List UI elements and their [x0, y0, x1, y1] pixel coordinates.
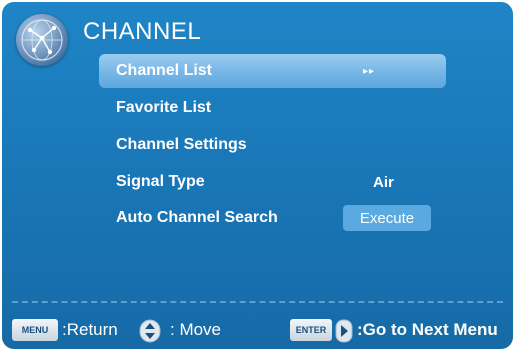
menu-key-icon: MENU — [12, 319, 58, 341]
return-hint: :Return — [62, 320, 118, 339]
submenu-arrow-icon: ▸▸ — [363, 65, 376, 77]
up-down-icon — [139, 319, 161, 343]
title-bar: CHANNEL — [2, 2, 513, 66]
right-arrow-icon — [335, 319, 353, 343]
page-title: CHANNEL — [83, 18, 202, 45]
menu-item-label: Favorite List — [116, 99, 212, 116]
execute-button[interactable]: Execute — [343, 205, 431, 231]
footer-hints: MENU :Return : Move ENTER :Go to Next Me… — [2, 314, 513, 344]
menu-item-label: Channel List — [116, 62, 213, 79]
tv-menu-screen: CHANNEL Channel List ▸▸ Favorite List Ch… — [2, 2, 513, 349]
menu-item-favorite-list[interactable]: Favorite List — [99, 91, 446, 125]
signal-type-value: Air — [373, 173, 394, 191]
enter-key-icon: ENTER — [290, 319, 332, 341]
menu-item-label: Auto Channel Search — [116, 209, 278, 226]
menu-item-label: Signal Type — [116, 173, 205, 190]
next-menu-hint: :Go to Next Menu — [357, 320, 498, 339]
menu-item-signal-type[interactable]: Signal Type Air — [99, 165, 446, 199]
move-hint: : Move — [170, 320, 222, 339]
menu-item-channel-list[interactable]: Channel List ▸▸ — [99, 54, 446, 88]
menu-item-channel-settings[interactable]: Channel Settings — [99, 128, 446, 162]
footer-divider — [12, 301, 503, 303]
menu-item-auto-channel-search[interactable]: Auto Channel Search Execute — [99, 201, 446, 235]
globe-icon — [16, 14, 68, 66]
menu-item-label: Channel Settings — [116, 136, 247, 153]
